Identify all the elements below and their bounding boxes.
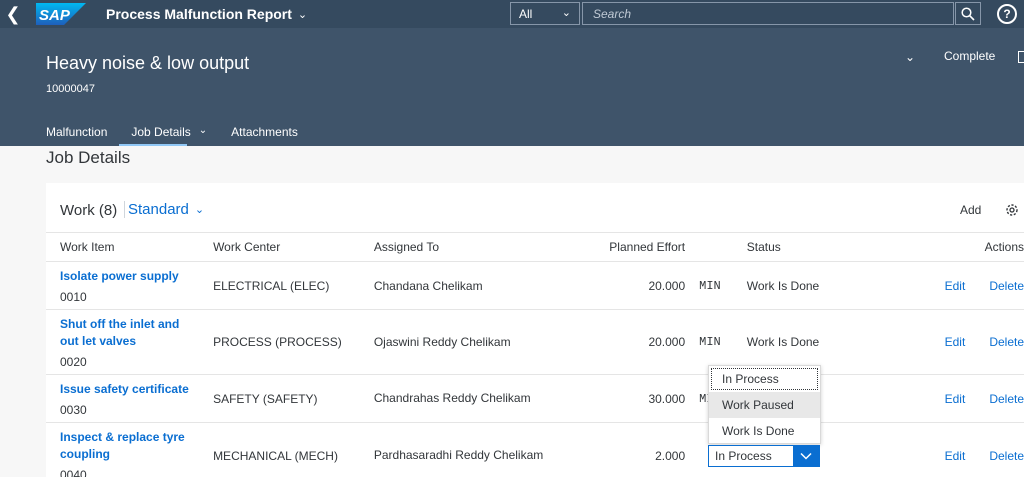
tab-label: Attachments	[231, 125, 298, 139]
chevron-down-icon	[800, 452, 812, 460]
work-item-link[interactable]: Issue safety certificate	[60, 381, 193, 398]
gear-icon[interactable]	[1004, 202, 1020, 218]
search-input[interactable]: Search	[582, 2, 954, 25]
add-button[interactable]: Add	[960, 203, 981, 217]
table-header-row: Work Item Work Center Assigned To Planne…	[46, 232, 1024, 262]
tab-job-details[interactable]: Job Details ⌄	[119, 125, 208, 146]
chevron-down-icon: ⌄	[561, 7, 571, 19]
column-actions: Actions	[984, 240, 1024, 254]
search-icon	[961, 6, 975, 21]
delete-button[interactable]: Delete	[989, 449, 1024, 463]
tab-label: Malfunction	[46, 125, 108, 139]
chevron-down-icon: ⌄	[194, 204, 205, 216]
edit-button[interactable]: Edit	[945, 335, 966, 349]
work-table-panel: Work (8) Standard ⌄ Add Work Item Work C…	[46, 183, 1024, 477]
assigned-to-cell: Chandrahas Reddy Chelikam	[359, 374, 569, 423]
complete-button[interactable]: Complete	[944, 49, 995, 63]
variant-management[interactable]: Standard ⌄	[124, 201, 204, 218]
tab-malfunction[interactable]: Malfunction	[46, 125, 107, 146]
work-item-link[interactable]: Isolate power supply	[60, 268, 193, 285]
edit-button[interactable]: Edit	[945, 449, 966, 463]
search-scope-select[interactable]: All ⌄	[510, 2, 580, 25]
status-select-toggle[interactable]	[793, 446, 819, 466]
chevron-left-icon: ❮	[5, 3, 21, 24]
effort-cell: 20.000	[568, 261, 686, 310]
section-title: Job Details	[46, 148, 131, 167]
table-row: Shut off the inlet and out let valves 002…	[46, 309, 1024, 375]
status-select[interactable]: In Process	[708, 445, 820, 467]
status-cell: Work Is Done	[732, 261, 907, 310]
edit-button[interactable]: Edit	[945, 392, 966, 406]
work-item-number: 0030	[60, 402, 87, 417]
status-select-value: In Process	[715, 449, 772, 463]
back-button[interactable]: ❮	[0, 0, 26, 28]
table-row: Isolate power supply 0010 ELECTRICAL (ELE…	[46, 261, 1024, 310]
work-center-cell: MECHANICAL (MECH)	[199, 422, 360, 477]
column-work-item: Work Item	[60, 240, 115, 254]
tab-label: Job Details	[131, 125, 191, 139]
object-header: Heavy noise & low output 10000047 ⌄ Comp…	[0, 28, 1024, 146]
column-planned-effort: Planned Effort	[609, 240, 686, 254]
effort-unit-cell: MIN	[685, 261, 733, 310]
delete-button[interactable]: Delete	[989, 335, 1024, 349]
shell-bar: ❮ SAP Process Malfunction Report ⌄ All ⌄…	[0, 0, 1024, 28]
app-title: Process Malfunction Report	[106, 6, 292, 22]
chevron-down-icon: ⌄	[198, 125, 208, 136]
variant-name: Standard	[128, 201, 189, 218]
column-work-center: Work Center	[213, 240, 281, 254]
table-row: Inspect & replace tyre coupling 0040 MECH…	[46, 422, 1024, 477]
delete-button[interactable]: Delete	[989, 392, 1024, 406]
work-item-link[interactable]: Inspect & replace tyre coupling	[60, 429, 193, 463]
work-item-number: 0020	[60, 354, 87, 369]
work-center-cell: SAFETY (SAFETY)	[199, 374, 360, 423]
overflow-button[interactable]	[1018, 51, 1024, 63]
chevron-down-icon: ⌄	[297, 8, 308, 21]
work-table: Work Item Work Center Assigned To Planne…	[46, 232, 1024, 477]
status-option-work-paused[interactable]: Work Paused	[709, 392, 820, 418]
sap-logo[interactable]: SAP	[36, 3, 86, 25]
anchor-bar: Malfunction Job Details ⌄ Attachments	[46, 125, 322, 146]
effort-cell: 30.000	[568, 374, 686, 423]
effort-cell: 20.000	[568, 309, 686, 375]
chevron-down-icon[interactable]: ⌄	[905, 50, 915, 64]
status-option-work-is-done[interactable]: Work Is Done	[709, 418, 820, 444]
column-status: Status	[746, 240, 781, 254]
work-item-number: 0010	[60, 289, 87, 304]
object-id: 10000047	[46, 83, 95, 95]
status-dropdown-list: In Process Work Paused Work Is Done	[708, 365, 821, 444]
effort-cell: 2.000	[568, 422, 686, 477]
svg-text:SAP: SAP	[39, 7, 71, 24]
work-item-number: 0040	[60, 468, 87, 477]
status-option-in-process[interactable]: In Process	[709, 366, 820, 392]
assigned-to-cell: Pardhasaradhi Reddy Chelikam	[359, 422, 569, 477]
object-title: Heavy noise & low output	[46, 53, 250, 73]
work-item-link[interactable]: Shut off the inlet and out let valves	[60, 316, 193, 350]
assigned-to-cell: Chandana Chelikam	[359, 261, 569, 310]
help-icon[interactable]: ?	[997, 4, 1017, 24]
assigned-to-cell: Ojaswini Reddy Chelikam	[359, 309, 569, 375]
edit-button[interactable]: Edit	[945, 279, 966, 293]
delete-button[interactable]: Delete	[989, 279, 1024, 293]
search-scope-value: All	[519, 6, 533, 21]
column-assigned-to: Assigned To	[373, 240, 439, 254]
table-title: Work (8)	[60, 202, 118, 219]
app-title-menu[interactable]: Process Malfunction Report ⌄	[106, 6, 307, 22]
tab-attachments[interactable]: Attachments	[231, 125, 298, 146]
work-center-cell: ELECTRICAL (ELEC)	[199, 261, 360, 310]
work-center-cell: PROCESS (PROCESS)	[199, 309, 360, 375]
table-row: Issue safety certificate 0030 SAFETY (SAF…	[46, 374, 1024, 423]
search-button[interactable]	[955, 2, 981, 25]
